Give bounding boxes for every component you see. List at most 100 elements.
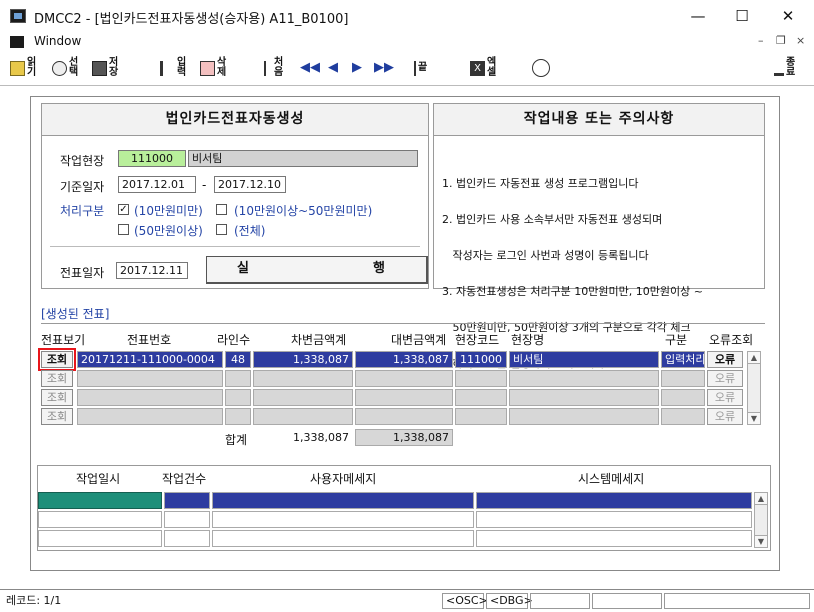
help-button[interactable]: [532, 54, 550, 82]
log-cell-user-msg[interactable]: [212, 511, 474, 528]
lines-cell[interactable]: [225, 389, 251, 406]
minimize-button[interactable]: —: [678, 4, 718, 28]
row-view-button[interactable]: 조회: [41, 370, 73, 387]
log-cell-user-msg[interactable]: [212, 530, 474, 547]
debit-cell[interactable]: 1,338,087: [253, 351, 353, 368]
log-cell-worktime[interactable]: [38, 492, 162, 509]
scroll-up-icon[interactable]: ▲: [755, 493, 767, 505]
exit-button[interactable]: 종료: [774, 54, 798, 82]
site-code-cell[interactable]: [455, 408, 507, 425]
site-code-cell[interactable]: [455, 370, 507, 387]
checkbox-under-100k[interactable]: ✓: [118, 204, 129, 215]
mdi-minimize-button[interactable]: –: [758, 34, 764, 47]
log-cell-system-msg[interactable]: [476, 511, 752, 528]
log-cell-count[interactable]: [164, 492, 210, 509]
option-over-500k: (50만원이상): [134, 224, 203, 238]
dbg-indicator: <DBG>: [486, 593, 533, 609]
type-cell[interactable]: [661, 370, 705, 387]
type-cell[interactable]: 입력처리: [661, 351, 705, 368]
scroll-up-icon[interactable]: ▲: [748, 352, 760, 364]
debit-cell[interactable]: [253, 370, 353, 387]
voucher-date-label: 전표일자: [60, 266, 105, 280]
log-cell-count[interactable]: [164, 530, 210, 547]
toolbar: 읽기 선택 저장 입력 삭제 처음 ◀◀ ◀ ▶ ▶▶ 끝 X 엑셀 종료: [0, 52, 814, 86]
col-header-site-code: 현장코드: [455, 333, 500, 347]
divider: [50, 246, 420, 247]
credit-cell[interactable]: [355, 370, 453, 387]
prev-page-button[interactable]: ◀◀: [300, 54, 320, 82]
row-error-button[interactable]: 오류: [707, 408, 743, 425]
delete-button[interactable]: 삭제: [200, 54, 229, 82]
site-name-cell[interactable]: [509, 370, 659, 387]
row-error-button[interactable]: 오류: [707, 389, 743, 406]
note-line: 3. 자동전표생성은 처리구분 10만원미만, 10만원이상 ~: [442, 285, 703, 298]
site-code-field[interactable]: 111000: [118, 150, 186, 167]
type-cell[interactable]: [661, 408, 705, 425]
select-button[interactable]: 선택: [52, 54, 81, 82]
voucher-date-field[interactable]: 2017.12.11: [116, 262, 188, 279]
first-record-button[interactable]: 처음: [264, 54, 286, 82]
last-record-button[interactable]: 끝: [408, 54, 438, 82]
prev-record-button[interactable]: ◀: [328, 54, 338, 82]
debit-cell[interactable]: [253, 408, 353, 425]
save-button[interactable]: 저장: [92, 54, 121, 82]
input-button[interactable]: 입력: [160, 54, 189, 82]
read-button[interactable]: 읽기: [10, 54, 39, 82]
col-header-site-name: 현장명: [511, 333, 545, 347]
run-button[interactable]: 실 행: [206, 256, 428, 284]
row-view-button[interactable]: 조회: [38, 348, 76, 371]
mdi-restore-button[interactable]: ❐: [776, 34, 786, 47]
checkbox-100k-500k[interactable]: [216, 204, 227, 215]
main-form: 법인카드전표자동생성 작업현장 111000 비서팀 기준일자 2017.12.…: [30, 96, 780, 571]
credit-cell[interactable]: [355, 408, 453, 425]
floppy-icon: [92, 60, 107, 76]
mdi-close-button[interactable]: ×: [796, 34, 805, 47]
site-code-cell[interactable]: [455, 389, 507, 406]
row-error-button[interactable]: 오류: [707, 351, 743, 368]
status-bar: 레코드: 1/1 <OSC> <DBG>: [0, 589, 814, 612]
row-view-button[interactable]: 조회: [41, 389, 73, 406]
credit-cell[interactable]: [355, 389, 453, 406]
voucher-no-cell[interactable]: [77, 370, 223, 387]
site-name-field: 비서팀: [188, 150, 418, 167]
close-button[interactable]: ✕: [768, 4, 808, 28]
log-cell-count[interactable]: [164, 511, 210, 528]
debit-cell[interactable]: [253, 389, 353, 406]
site-name-cell[interactable]: [509, 389, 659, 406]
scroll-down-icon[interactable]: ▼: [755, 535, 767, 547]
log-scrollbar[interactable]: ▲ ▼: [754, 492, 768, 548]
col-header-type: 구분: [665, 333, 688, 347]
checkbox-over-500k[interactable]: [118, 224, 129, 235]
checkbox-all[interactable]: [216, 224, 227, 235]
next-record-button[interactable]: ▶: [352, 54, 362, 82]
credit-cell[interactable]: 1,338,087: [355, 351, 453, 368]
row-view-button[interactable]: 조회: [41, 408, 73, 425]
grid-scrollbar[interactable]: ▲ ▼: [747, 351, 761, 425]
scroll-down-icon[interactable]: ▼: [748, 412, 760, 424]
log-cell-worktime[interactable]: [38, 511, 162, 528]
log-cell-worktime[interactable]: [38, 530, 162, 547]
log-cell-user-msg[interactable]: [212, 492, 474, 509]
row-error-button[interactable]: 오류: [707, 370, 743, 387]
type-cell[interactable]: [661, 389, 705, 406]
menu-window[interactable]: Window: [34, 34, 81, 48]
log-cell-system-msg[interactable]: [476, 492, 752, 509]
voucher-no-cell[interactable]: 20171211-111000-0004: [77, 351, 223, 368]
generated-grid: 전표보기 전표번호 라인수 차변금액계 대변금액계 현장코드 현장명 구분 오류…: [31, 327, 781, 453]
log-cell-system-msg[interactable]: [476, 530, 752, 547]
excel-button[interactable]: X 엑셀: [470, 54, 499, 82]
lines-cell[interactable]: 48: [225, 351, 251, 368]
lines-cell[interactable]: [225, 370, 251, 387]
lines-cell[interactable]: [225, 408, 251, 425]
site-name-cell[interactable]: 비서팀: [509, 351, 659, 368]
col-header-credit: 대변금액계: [391, 333, 447, 347]
voucher-no-cell[interactable]: [77, 408, 223, 425]
next-page-button[interactable]: ▶▶: [374, 54, 394, 82]
site-name-cell[interactable]: [509, 408, 659, 425]
voucher-no-cell[interactable]: [77, 389, 223, 406]
maximize-button[interactable]: ☐: [722, 4, 762, 28]
site-code-cell[interactable]: 111000: [455, 351, 507, 368]
bulb-icon: [532, 59, 550, 77]
date-to-field[interactable]: 2017.12.10: [214, 176, 286, 193]
date-from-field[interactable]: 2017.12.01: [118, 176, 196, 193]
